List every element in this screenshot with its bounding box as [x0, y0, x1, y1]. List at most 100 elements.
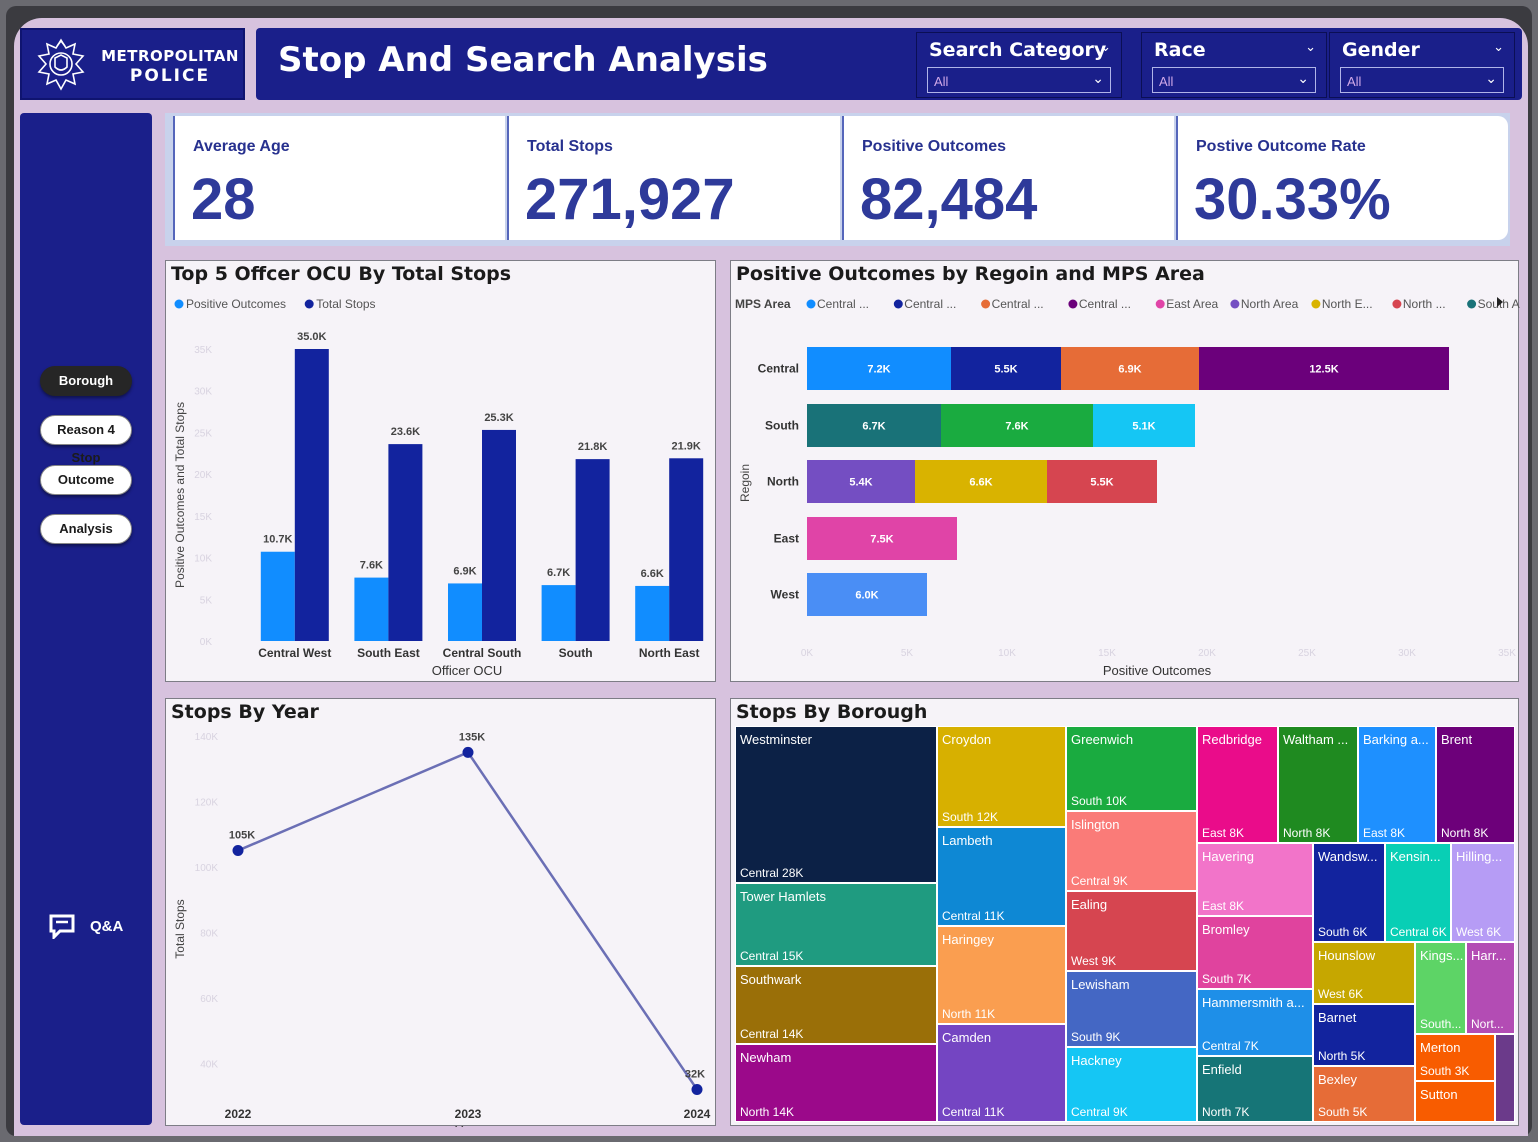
slicer-search-category[interactable]: Search Category ⌄ All ⌄ [916, 32, 1122, 98]
legend-label: North E... [1322, 297, 1373, 311]
tile-name: Newham [740, 1050, 792, 1065]
treemap-tile[interactable]: Bexley South 5K [1313, 1066, 1415, 1122]
treemap-tile[interactable]: Havering East 8K [1197, 843, 1313, 916]
chevron-down-icon: ⌄ [1092, 70, 1104, 86]
nav-button-borough[interactable]: Borough [40, 366, 132, 396]
slicer-dropdown[interactable]: All ⌄ [927, 67, 1111, 93]
treemap-tile[interactable]: Westminster Central 28K [735, 726, 937, 883]
nav-button-reason-4-stop[interactable]: Reason 4 Stop [40, 415, 132, 465]
qa-button[interactable]: Q&A [48, 913, 123, 939]
treemap-tile[interactable]: Croydon South 12K [937, 726, 1066, 827]
kpi-row: Average Age 28 Total Stops 271,927 Posit… [165, 113, 1510, 246]
data-label: 21.9K [672, 440, 701, 452]
bar[interactable] [575, 459, 610, 641]
tile-value: South 9K [1071, 1030, 1121, 1044]
chevron-down-icon[interactable]: ⌄ [1493, 39, 1504, 55]
treemap-tile[interactable]: Greenwich South 10K [1066, 726, 1197, 811]
tile-name: Barnet [1318, 1010, 1357, 1025]
x-axis-label: Officer OCU [432, 663, 503, 678]
treemap-tile[interactable]: Tower Hamlets Central 15K [735, 883, 937, 966]
chat-bubble-icon [49, 914, 75, 939]
treemap-tile[interactable]: Camden Central 11K [937, 1024, 1066, 1122]
y-axis-label: Positive Outcomes and Total Stops [173, 402, 187, 588]
nav-button-outcome[interactable]: Outcome [40, 465, 132, 495]
data-label: 7.6K [360, 560, 383, 572]
tile-name: Bromley [1202, 922, 1250, 937]
chevron-down-icon[interactable]: ⌄ [1305, 39, 1316, 55]
slicer-dropdown[interactable]: All ⌄ [1340, 67, 1504, 93]
tile-name: Westminster [740, 732, 812, 747]
y-tick-label: 80K [200, 928, 218, 939]
x-tick-label: Central South [443, 646, 522, 660]
treemap-tile[interactable]: Redbridge East 8K [1197, 726, 1278, 843]
treemap-tile[interactable]: Islington Central 9K [1066, 811, 1197, 891]
data-label: 5.5K [994, 364, 1017, 376]
legend-label: Positive Outcomes [186, 297, 286, 311]
chevron-down-icon: ⌄ [1297, 70, 1309, 86]
legend-marker [806, 299, 816, 309]
treemap-tile[interactable]: Hammersmith a... Central 7K [1197, 989, 1313, 1056]
legend-label: Central ... [992, 297, 1044, 311]
tile-value: North 11K [942, 1007, 996, 1021]
tile-value: East 8K [1202, 899, 1245, 913]
chevron-down-icon[interactable]: ⌄ [1100, 39, 1111, 55]
treemap-tile[interactable]: Barnet North 5K [1313, 1004, 1415, 1066]
bar[interactable] [260, 551, 295, 641]
treemap-tile[interactable]: Lewisham South 9K [1066, 971, 1197, 1047]
treemap-tile[interactable]: Sutton [1415, 1081, 1495, 1122]
x-tick-label: 2024 [684, 1107, 711, 1121]
treemap-tile[interactable]: Brent North 8K [1436, 726, 1515, 843]
treemap-tile[interactable]: Southwark Central 14K [735, 966, 937, 1044]
legend-label: Central ... [817, 297, 869, 311]
bar[interactable] [448, 583, 482, 641]
kpi-label: Average Age [193, 138, 290, 155]
treemap-tile[interactable]: Newham North 14K [735, 1044, 937, 1122]
treemap-tile[interactable]: Haringey North 11K [937, 926, 1066, 1024]
data-point[interactable] [691, 1083, 703, 1095]
bar[interactable] [635, 585, 670, 641]
treemap-tile[interactable]: Merton South 3K [1415, 1034, 1495, 1081]
data-label: 6.0K [855, 590, 878, 602]
met-police-logo: METROPOLITAN POLICE [20, 28, 245, 100]
legend-marker [174, 299, 184, 309]
treemap-tile[interactable]: Barking a... East 8K [1358, 726, 1436, 843]
treemap-tile[interactable]: Enfield North 7K [1197, 1056, 1313, 1122]
data-point[interactable] [232, 845, 244, 857]
treemap-tile[interactable]: Hilling... West 6K [1451, 843, 1515, 942]
bar[interactable] [388, 444, 423, 641]
tile-name: Lambeth [942, 833, 993, 848]
nav-button-analysis[interactable]: Analysis [40, 514, 132, 544]
treemap-tile[interactable]: Hackney Central 9K [1066, 1047, 1197, 1122]
bar[interactable] [482, 429, 516, 641]
y-tick-label: North [767, 475, 799, 489]
treemap-tile[interactable]: Waltham ... North 8K [1278, 726, 1358, 843]
kpi-card-positive-outcome-rate: Postive Outcome Rate 30.33% [1176, 116, 1508, 240]
treemap-tile[interactable]: Wandsw... South 6K [1313, 843, 1385, 942]
treemap-tile[interactable]: Harr... Nort... [1466, 942, 1515, 1034]
data-label: 7.5K [870, 534, 893, 546]
tile-name: Croydon [942, 732, 992, 747]
slicer-label: Gender [1342, 39, 1420, 61]
bar[interactable] [354, 577, 389, 641]
tile-value: Central 9K [1071, 1105, 1128, 1119]
treemap-tile[interactable] [1495, 1034, 1515, 1122]
treemap-tile[interactable]: Kings... South... [1415, 942, 1466, 1034]
legend-marker [893, 299, 903, 309]
bar[interactable] [541, 585, 576, 641]
bar[interactable] [294, 349, 329, 641]
data-label: 6.7K [862, 421, 885, 433]
tile-value: West 9K [1071, 954, 1117, 968]
logo-line2: POLICE [129, 66, 211, 86]
treemap-tile[interactable]: Bromley South 7K [1197, 916, 1313, 989]
slicer-dropdown[interactable]: All ⌄ [1152, 67, 1316, 93]
treemap-tile[interactable]: Ealing West 9K [1066, 891, 1197, 971]
bar[interactable] [669, 458, 704, 641]
side-navigation: Borough Reason 4 Stop Outcome Analysis Q… [20, 113, 152, 1125]
kpi-card-positive-outcomes: Positive Outcomes 82,484 [842, 116, 1174, 240]
data-point[interactable] [462, 746, 474, 758]
treemap-tile[interactable]: Kensin... Central 6K [1385, 843, 1451, 942]
treemap-tile[interactable]: Hounslow West 6K [1313, 942, 1415, 1004]
slicer-gender[interactable]: Gender ⌄ All ⌄ [1329, 32, 1515, 98]
slicer-race[interactable]: Race ⌄ All ⌄ [1141, 32, 1327, 98]
treemap-tile[interactable]: Lambeth Central 11K [937, 827, 1066, 926]
